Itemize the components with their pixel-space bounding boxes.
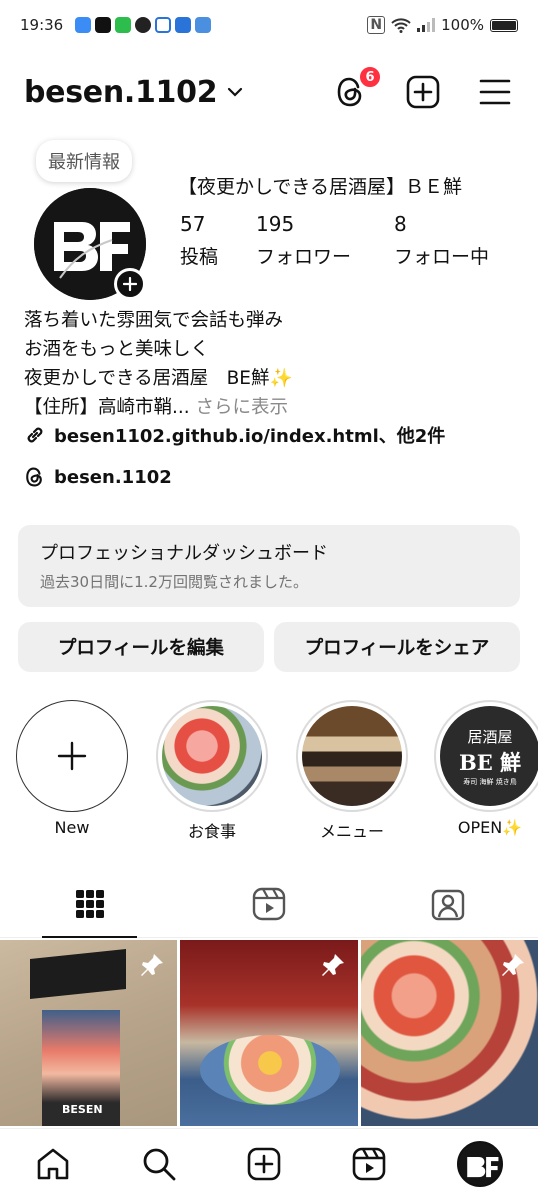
- new-highlight-circle: [16, 700, 128, 812]
- reels-icon: [252, 887, 286, 920]
- security-icon: [195, 17, 212, 33]
- tab-posts-grid[interactable]: [0, 870, 179, 938]
- menu-poster: BESEN: [42, 1010, 120, 1126]
- chevron-down-icon[interactable]: [227, 87, 243, 97]
- be-logo: [458, 1143, 501, 1185]
- stat-following[interactable]: 8 フォロー中: [394, 212, 514, 269]
- plus-icon: [123, 277, 137, 291]
- shop-sign-thumbnail: 居酒屋 BE 鮮 寿司 海鮮 焼き鳥: [440, 706, 538, 806]
- wifi-icon: [391, 18, 411, 33]
- line-icon: [115, 17, 132, 33]
- grid-icon: [75, 889, 104, 918]
- bio-line: 夜更かしできる居酒屋 BE鮮✨: [24, 368, 293, 389]
- content-tabs: [0, 870, 538, 938]
- bottom-navigation: [0, 1128, 538, 1199]
- profile-header: besen.1102 6: [0, 62, 538, 122]
- website-link[interactable]: besen1102.github.io/index.html、他2件: [24, 422, 445, 448]
- messenger-icon: [75, 17, 92, 33]
- threads-handle: besen.1102: [54, 466, 172, 488]
- add-story-button[interactable]: [114, 268, 146, 300]
- signal-icon: [417, 18, 436, 32]
- stat-posts[interactable]: 57 投稿: [180, 212, 256, 269]
- edit-profile-button[interactable]: プロフィールを編集: [18, 622, 264, 672]
- home-icon[interactable]: [35, 1146, 71, 1182]
- highlight-label: New: [54, 818, 90, 837]
- highlight-label: メニュー: [319, 822, 384, 841]
- pin-icon: [501, 954, 524, 976]
- sign-line-1: 居酒屋: [467, 727, 513, 746]
- pin-icon: [321, 954, 344, 976]
- calendar-icon: [175, 17, 192, 33]
- share-profile-button[interactable]: プロフィールをシェア: [274, 622, 520, 672]
- threads-icon: [26, 467, 42, 487]
- sashimi-plate: [200, 1035, 341, 1105]
- bio-line: 落ち着いた雰囲気で会話も弾み: [24, 310, 284, 331]
- tiktok-icon: [95, 17, 112, 33]
- sign-line-3: 寿司 海鮮 焼き鳥: [463, 777, 517, 786]
- profile-summary: 最新情報 【夜更かしできる居酒屋】ＢＥ鮮 57 投稿 195 フォロワー 8 フ…: [0, 140, 538, 300]
- status-time: 19:36: [20, 16, 64, 34]
- notification-badge: 6: [358, 65, 382, 89]
- posts-grid: BESEN: [0, 940, 538, 1126]
- highlight-food[interactable]: お食事: [156, 700, 268, 842]
- menu-thumbnail: [302, 706, 402, 806]
- shield-icon: [155, 17, 172, 33]
- highlight-open[interactable]: 居酒屋 BE 鮮 寿司 海鮮 焼き鳥 OPEN✨: [434, 700, 538, 837]
- hamburger-menu-icon: [479, 79, 511, 105]
- profile-actions: プロフィールを編集 プロフィールをシェア: [18, 622, 520, 672]
- pin-icon: [141, 954, 164, 976]
- create-post-icon[interactable]: [247, 1147, 281, 1181]
- tab-reels[interactable]: [179, 870, 358, 937]
- threads-icon: [135, 17, 152, 33]
- story-highlights: New お食事 メニュー 居酒屋 BE 鮮 寿司 海鮮 焼き鳥 OPEN✨: [0, 700, 538, 850]
- sign-line-2: BE 鮮: [458, 749, 522, 775]
- stat-value: 57: [180, 212, 206, 236]
- see-more-link[interactable]: さらに表示: [196, 397, 289, 418]
- highlight-menu[interactable]: メニュー: [296, 700, 408, 842]
- food-thumbnail: [162, 706, 262, 806]
- stat-value: 8: [394, 212, 407, 236]
- nfc-icon: N: [367, 16, 386, 34]
- threads-button[interactable]: 6: [332, 65, 382, 111]
- stat-label: フォロー中: [394, 246, 490, 268]
- dashboard-subtitle: 過去30日間に1.2万回閲覧されました。: [40, 573, 308, 591]
- highlight-new[interactable]: New: [16, 700, 128, 837]
- highlight-label: OPEN✨: [457, 818, 523, 837]
- professional-dashboard[interactable]: プロフェッショナルダッシュボード 過去30日間に1.2万回閲覧されました。: [18, 525, 520, 607]
- post-thumbnail[interactable]: [360, 940, 538, 1126]
- username[interactable]: besen.1102: [24, 75, 218, 110]
- tagged-person-icon: [432, 889, 465, 920]
- display-name: 【夜更かしできる居酒屋】ＢＥ鮮: [178, 176, 463, 198]
- search-icon[interactable]: [142, 1147, 176, 1181]
- battery-percent: 100%: [441, 16, 484, 34]
- battery-icon: [490, 18, 518, 32]
- stat-followers[interactable]: 195 フォロワー: [256, 212, 394, 269]
- poster-logo-text: BESEN: [62, 1103, 103, 1116]
- create-button[interactable]: [404, 73, 442, 111]
- stat-value: 195: [256, 212, 295, 236]
- stat-label: フォロワー: [256, 246, 352, 268]
- bio: 落ち着いた雰囲気で会話も弾み お酒をもっと美味しく 夜更かしできる居酒屋 BE鮮…: [24, 306, 524, 422]
- tab-tagged[interactable]: [359, 870, 538, 937]
- dashboard-title: プロフェッショナルダッシュボード: [40, 543, 328, 564]
- link-icon: [27, 427, 43, 443]
- bio-line: お酒をもっと美味しく: [24, 339, 210, 360]
- status-bar: 19:36 N 100%: [0, 0, 538, 50]
- profile-tab-avatar[interactable]: [456, 1141, 503, 1187]
- note-bubble[interactable]: 最新情報: [36, 140, 132, 182]
- reels-icon[interactable]: [352, 1147, 386, 1181]
- plus-square-icon: [406, 75, 440, 109]
- post-thumbnail[interactable]: BESEN: [0, 940, 178, 1126]
- banner-shape: [30, 948, 126, 1000]
- stat-label: 投稿: [180, 246, 219, 268]
- profile-stats: 57 投稿 195 フォロワー 8 フォロー中: [180, 212, 514, 269]
- menu-button[interactable]: [476, 73, 514, 111]
- website-link-text: besen1102.github.io/index.html、他2件: [54, 426, 446, 447]
- post-thumbnail[interactable]: [180, 940, 358, 1126]
- threads-profile-link[interactable]: besen.1102: [24, 466, 172, 488]
- plus-icon: [57, 741, 87, 771]
- bio-line: 【住所】高崎市鞘...: [24, 397, 190, 418]
- highlight-label: お食事: [187, 822, 236, 841]
